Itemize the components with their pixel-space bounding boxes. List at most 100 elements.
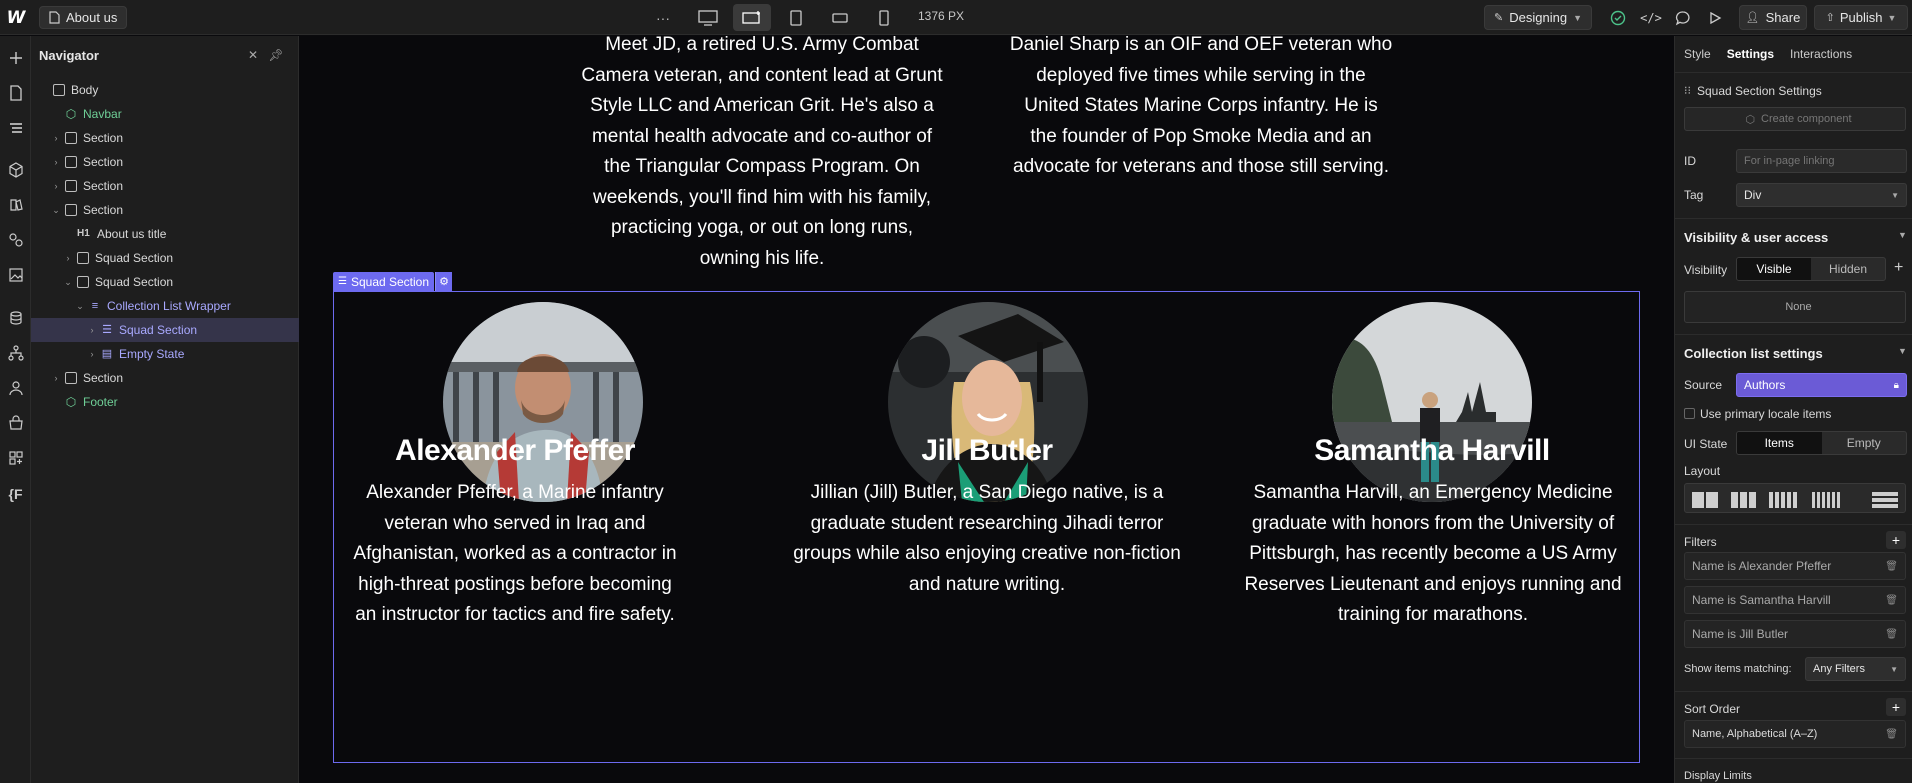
layout-3col-icon[interactable] xyxy=(1726,487,1760,513)
selected-element-tag[interactable]: ☰ Squad Section xyxy=(333,272,435,291)
visibility-label: Visibility xyxy=(1684,263,1728,277)
selected-element-label: Squad Section xyxy=(350,274,430,289)
chevron-right-icon[interactable]: › xyxy=(87,349,97,359)
tab-interactions[interactable]: Interactions xyxy=(1790,47,1852,61)
add-elements-icon[interactable] xyxy=(4,46,27,69)
add-visibility-icon[interactable]: + xyxy=(1894,259,1903,277)
navigator-row[interactable]: ⬡ Navbar xyxy=(31,102,299,126)
collection-icon: ≡ xyxy=(91,300,99,312)
id-input[interactable] xyxy=(1736,149,1907,173)
checkmark-status-icon[interactable] xyxy=(1607,7,1629,29)
publish-button[interactable]: ⇧ Publish ▼ xyxy=(1814,5,1908,30)
show-matching-select[interactable]: Any Filters ▼ xyxy=(1805,657,1906,681)
chevron-down-icon[interactable]: ⌄ xyxy=(75,301,85,312)
tab-style[interactable]: Style xyxy=(1684,47,1711,61)
navigator-row[interactable]: › Squad Section xyxy=(31,246,299,270)
chevron-down-icon[interactable]: ▼ xyxy=(1898,346,1907,356)
comment-icon[interactable] xyxy=(1672,7,1694,29)
breakpoint-tablet-icon[interactable] xyxy=(777,4,815,31)
code-icon[interactable]: </> xyxy=(1640,7,1662,29)
breakpoint-desktop-icon[interactable] xyxy=(689,4,727,31)
breakpoint-mobile-portrait-icon[interactable] xyxy=(865,4,903,31)
chevron-right-icon[interactable]: › xyxy=(87,325,97,335)
navigator-row[interactable]: › ☰ Squad Section xyxy=(31,318,299,342)
card-bio: Jillian (Jill) Butler, a San Diego nativ… xyxy=(793,482,1181,595)
finsweet-icon[interactable]: {F xyxy=(4,482,27,505)
mode-dropdown[interactable]: ✎ Designing ▼ xyxy=(1484,5,1592,30)
navigator-row[interactable]: ⌄ Section xyxy=(31,198,299,222)
hidden-option[interactable]: Hidden xyxy=(1811,258,1885,280)
breakpoint-base-icon[interactable] xyxy=(733,4,771,31)
visible-option[interactable]: Visible xyxy=(1737,258,1811,280)
create-component-button[interactable]: ⬡ Create component xyxy=(1684,107,1906,131)
assets-icon[interactable] xyxy=(4,263,27,286)
component-icon: ⬡ xyxy=(65,107,77,121)
navigator-icon[interactable] xyxy=(4,116,27,139)
collapse-icon[interactable]: ✕ xyxy=(244,46,262,64)
layout-6col-icon[interactable] xyxy=(1806,487,1846,513)
navigator-row[interactable]: › Section xyxy=(31,150,299,174)
navigator-row-label: Section xyxy=(83,203,124,217)
ui-state-toggle[interactable]: Items Empty xyxy=(1736,431,1907,455)
element-settings-gear-icon[interactable]: ⚙ xyxy=(435,272,452,291)
chevron-right-icon[interactable]: › xyxy=(51,181,61,191)
logic-icon[interactable] xyxy=(4,341,27,364)
chevron-right-icon[interactable]: › xyxy=(51,157,61,167)
design-canvas[interactable]: Meet JD, a retired U.S. Army Combat Came… xyxy=(299,36,1674,783)
primary-locale-checkbox[interactable] xyxy=(1684,408,1695,419)
chevron-down-icon[interactable]: ⌄ xyxy=(63,277,73,288)
access-none-box[interactable]: None xyxy=(1684,291,1906,323)
navigator-row[interactable]: › Section xyxy=(31,174,299,198)
visibility-toggle[interactable]: Visible Hidden xyxy=(1736,257,1886,281)
trash-icon[interactable]: 🗑︎ xyxy=(1885,561,1898,572)
breakpoint-mobile-landscape-icon[interactable] xyxy=(821,4,859,31)
items-option[interactable]: Items xyxy=(1737,432,1822,454)
users-icon[interactable] xyxy=(4,376,27,399)
chevron-right-icon[interactable]: › xyxy=(63,253,73,263)
pin-icon[interactable]: 📌︎ xyxy=(267,46,285,64)
apps-icon[interactable] xyxy=(4,446,27,469)
navigator-row[interactable]: Body xyxy=(31,78,299,102)
navigator-row[interactable]: › ▤ Empty State xyxy=(31,342,299,366)
add-filter-button[interactable]: + xyxy=(1886,531,1906,549)
chevron-right-icon[interactable]: › xyxy=(51,133,61,143)
style-selectors-icon[interactable] xyxy=(4,193,27,216)
components-icon[interactable] xyxy=(4,158,27,181)
tag-select[interactable]: Div ▼ xyxy=(1736,183,1907,207)
filter-row[interactable]: Name is Jill Butler 🗑︎ xyxy=(1684,620,1906,648)
filter-row[interactable]: Name is Samantha Harvill 🗑︎ xyxy=(1684,586,1906,614)
cms-icon[interactable] xyxy=(4,306,27,329)
webflow-logo-icon[interactable]: W xyxy=(4,8,28,28)
chevron-right-icon[interactable]: › xyxy=(51,373,61,383)
source-select[interactable]: Authors 🔒︎ xyxy=(1736,373,1907,397)
visibility-heading[interactable]: Visibility & user access xyxy=(1684,230,1828,245)
navigator-row[interactable]: › Section xyxy=(31,366,299,390)
chevron-down-icon[interactable]: ▼ xyxy=(1898,230,1907,240)
ecommerce-icon[interactable] xyxy=(4,411,27,434)
sort-row[interactable]: Name, Alphabetical (A–Z) 🗑︎ xyxy=(1684,720,1906,748)
navigator-row[interactable]: ⌄ Squad Section xyxy=(31,270,299,294)
tab-settings[interactable]: Settings xyxy=(1727,47,1774,61)
layout-1col-icon[interactable] xyxy=(1688,487,1722,513)
filter-row[interactable]: Name is Alexander Pfeffer 🗑︎ xyxy=(1684,552,1906,580)
navigator-row[interactable]: ⬡ Footer xyxy=(31,390,299,414)
navigator-row[interactable]: › Section xyxy=(31,126,299,150)
navigator-row[interactable]: ⌄ ≡ Collection List Wrapper xyxy=(31,294,299,318)
layout-4col-icon[interactable] xyxy=(1764,487,1802,513)
layout-list-icon[interactable] xyxy=(1868,487,1902,513)
navigator-row[interactable]: H1 About us title xyxy=(31,222,299,246)
empty-option[interactable]: Empty xyxy=(1822,432,1907,454)
trash-icon[interactable]: 🗑︎ xyxy=(1885,629,1898,640)
add-sort-button[interactable]: + xyxy=(1886,698,1906,716)
share-button[interactable]: 👤︎ Share xyxy=(1739,5,1807,30)
collection-settings-heading[interactable]: Collection list settings xyxy=(1684,346,1823,361)
trash-icon[interactable]: 🗑︎ xyxy=(1885,729,1898,740)
navigator-row-label: Squad Section xyxy=(95,251,174,265)
page-selector-button[interactable]: About us xyxy=(39,6,128,29)
trash-icon[interactable]: 🗑︎ xyxy=(1885,595,1898,606)
preview-play-icon[interactable] xyxy=(1704,7,1726,29)
chevron-down-icon[interactable]: ⌄ xyxy=(51,205,61,216)
pages-icon[interactable] xyxy=(4,81,27,104)
variables-icon[interactable] xyxy=(4,228,27,251)
more-options-icon[interactable]: ··· xyxy=(648,8,678,28)
